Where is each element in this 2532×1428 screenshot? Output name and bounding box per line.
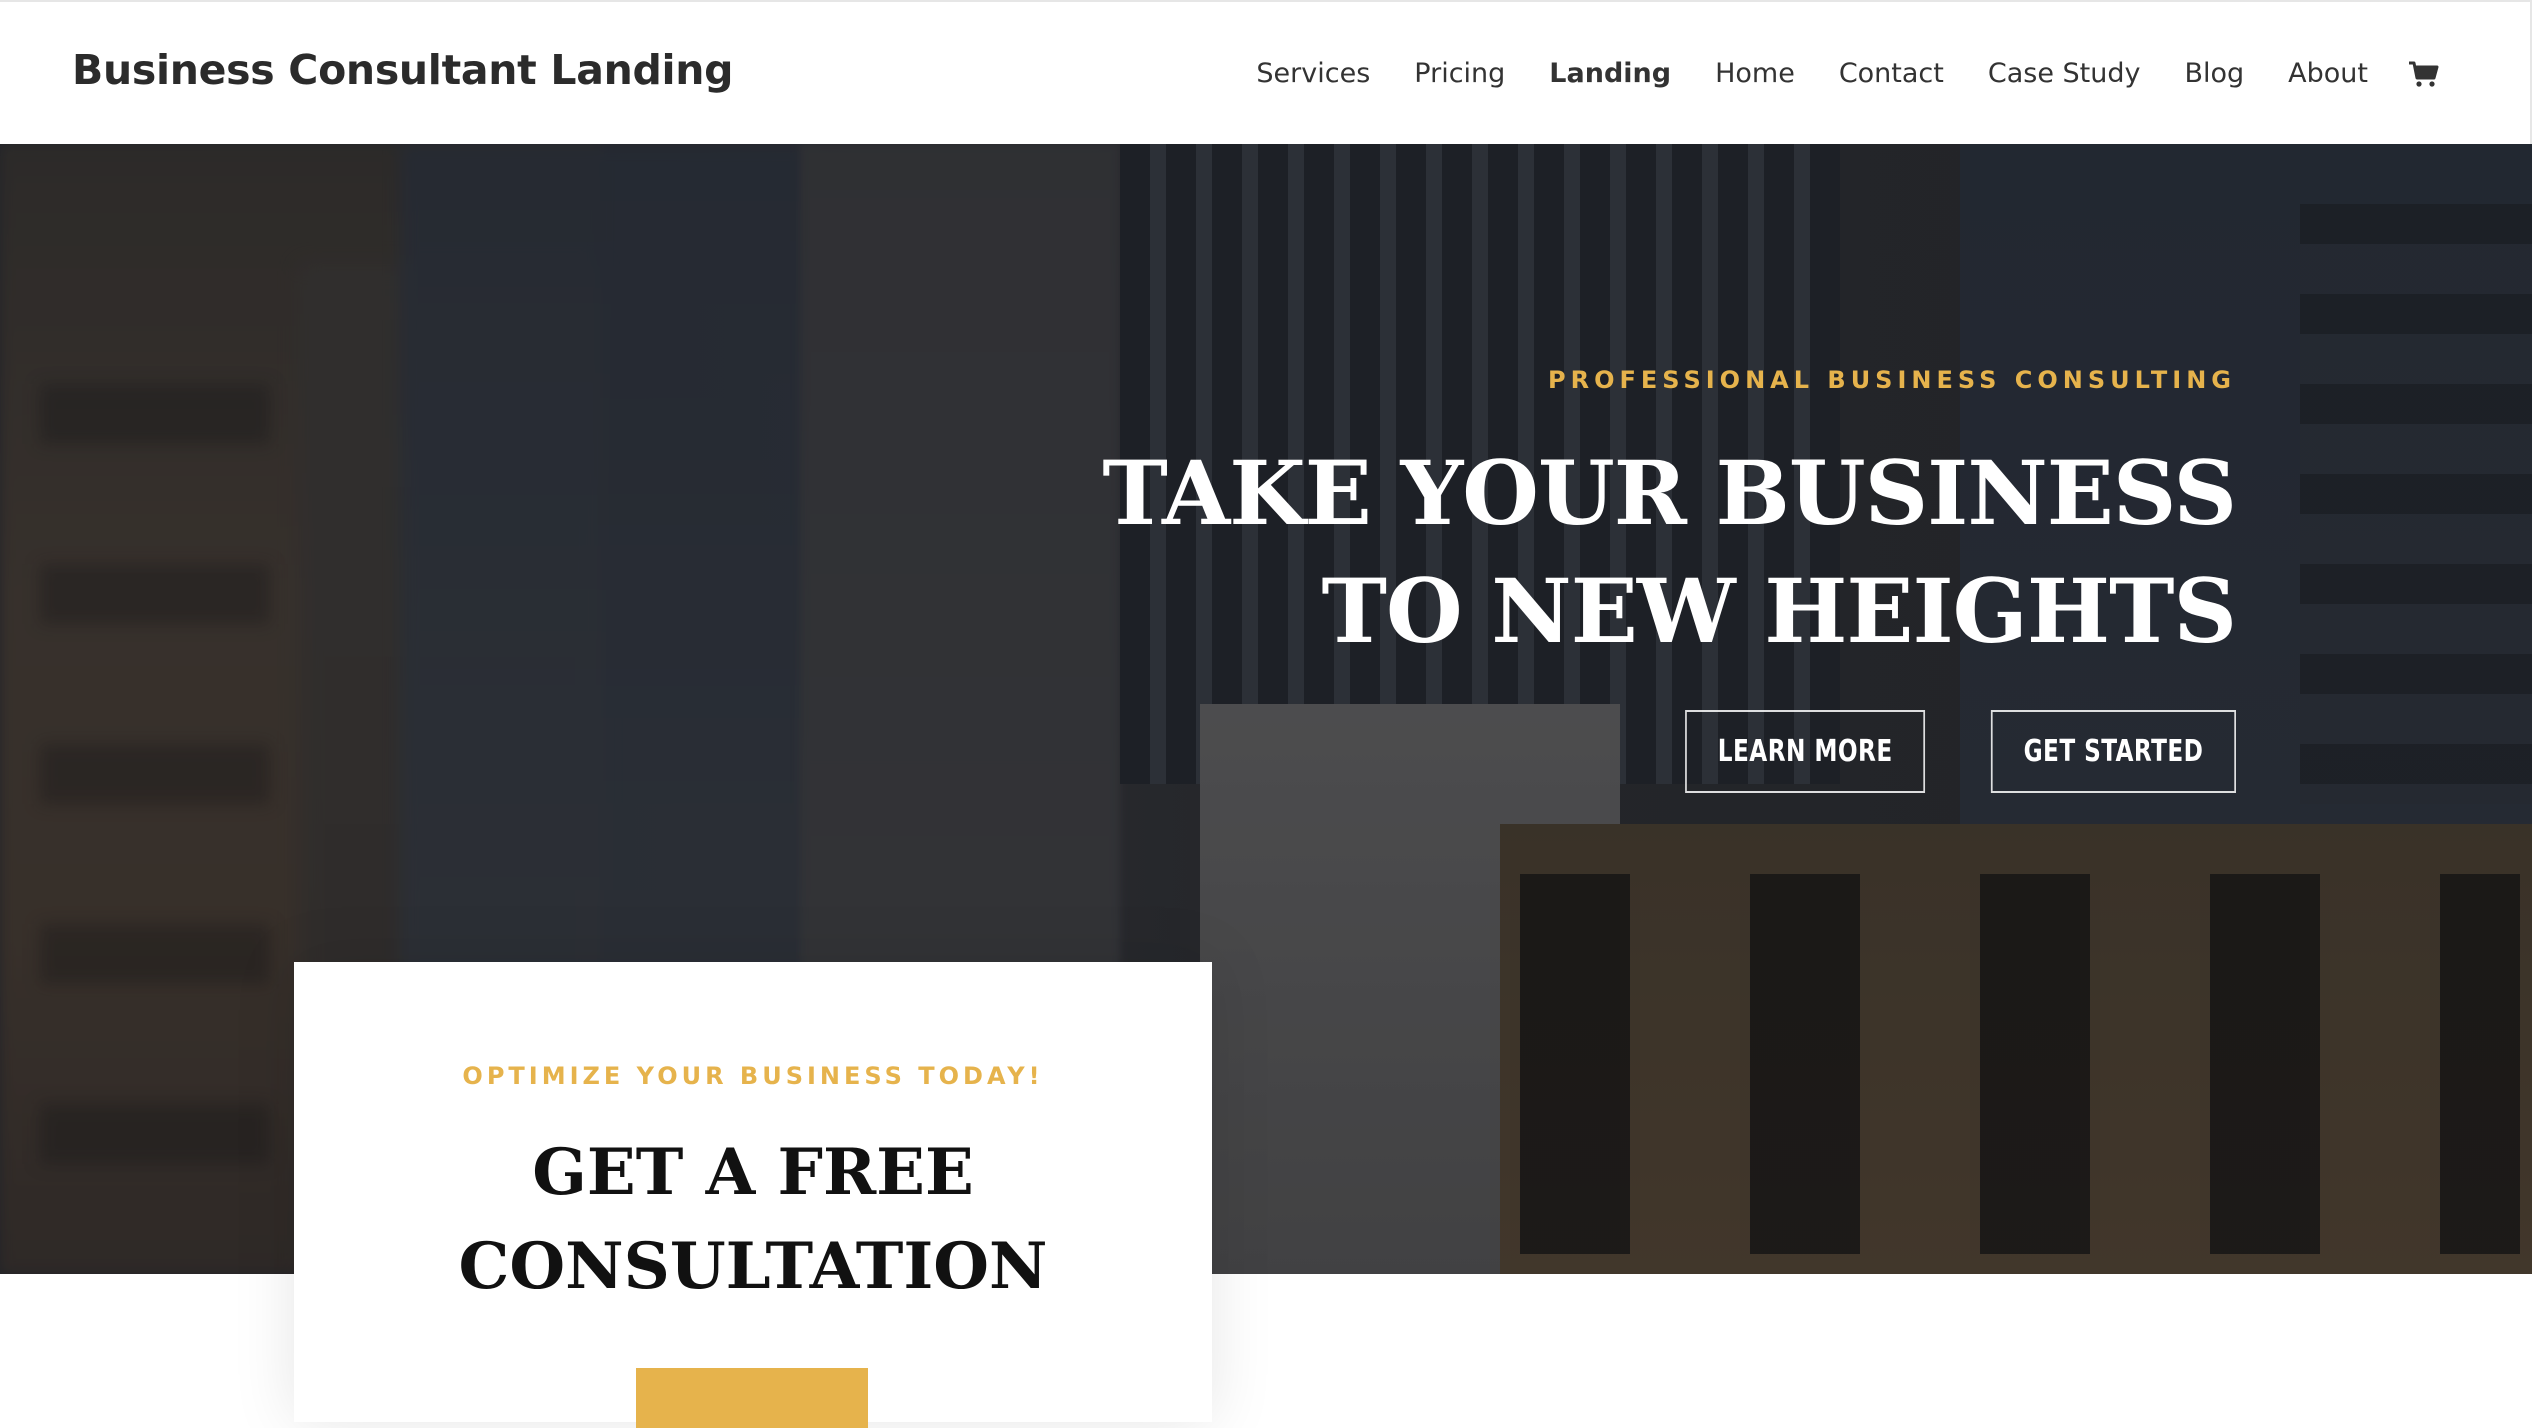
nav-item-home[interactable]: Home (1715, 58, 1795, 89)
card-title-line-1: GET A FREE (532, 1135, 974, 1210)
cart-icon[interactable] (2408, 60, 2440, 88)
nav-item-landing[interactable]: Landing (1549, 58, 1671, 89)
hero-eyebrow: PROFESSIONAL BUSINESS CONSULTING (1548, 366, 2236, 394)
card-title-line-2: CONSULTATION (458, 1229, 1048, 1304)
learn-more-button[interactable]: LEARN MORE (1684, 710, 1925, 793)
hero-title-line-1: TAKE YOUR BUSINESS (1102, 441, 2237, 545)
site-logo[interactable]: Business Consultant Landing (72, 46, 734, 94)
consultation-card: OPTIMIZE YOUR BUSINESS TODAY! GET A FREE… (294, 962, 1212, 1428)
main-nav: Services Pricing Landing Home Contact Ca… (1256, 58, 2440, 89)
hero-title-line-2: TO NEW HEIGHTS (1321, 559, 2237, 663)
nav-item-services[interactable]: Services (1256, 58, 1370, 89)
site-header: Business Consultant Landing Services Pri… (0, 0, 2532, 144)
nav-item-about[interactable]: About (2288, 58, 2368, 89)
hero-content: PROFESSIONAL BUSINESS CONSULTING TAKE YO… (1036, 366, 2237, 793)
nav-item-contact[interactable]: Contact (1839, 58, 1944, 89)
hero-buttons: LEARN MORE GET STARTED (1036, 710, 2236, 793)
card-title: GET A FREE CONSULTATION (294, 1126, 1212, 1314)
card-eyebrow: OPTIMIZE YOUR BUSINESS TODAY! (462, 1062, 1044, 1090)
nav-item-blog[interactable]: Blog (2184, 58, 2244, 89)
consultation-button[interactable] (636, 1368, 868, 1428)
hero-title: TAKE YOUR BUSINESS TO NEW HEIGHTS (1036, 434, 2237, 670)
get-started-button[interactable]: GET STARTED (1990, 710, 2236, 793)
nav-item-case-study[interactable]: Case Study (1988, 58, 2141, 89)
nav-item-pricing[interactable]: Pricing (1414, 58, 1505, 89)
